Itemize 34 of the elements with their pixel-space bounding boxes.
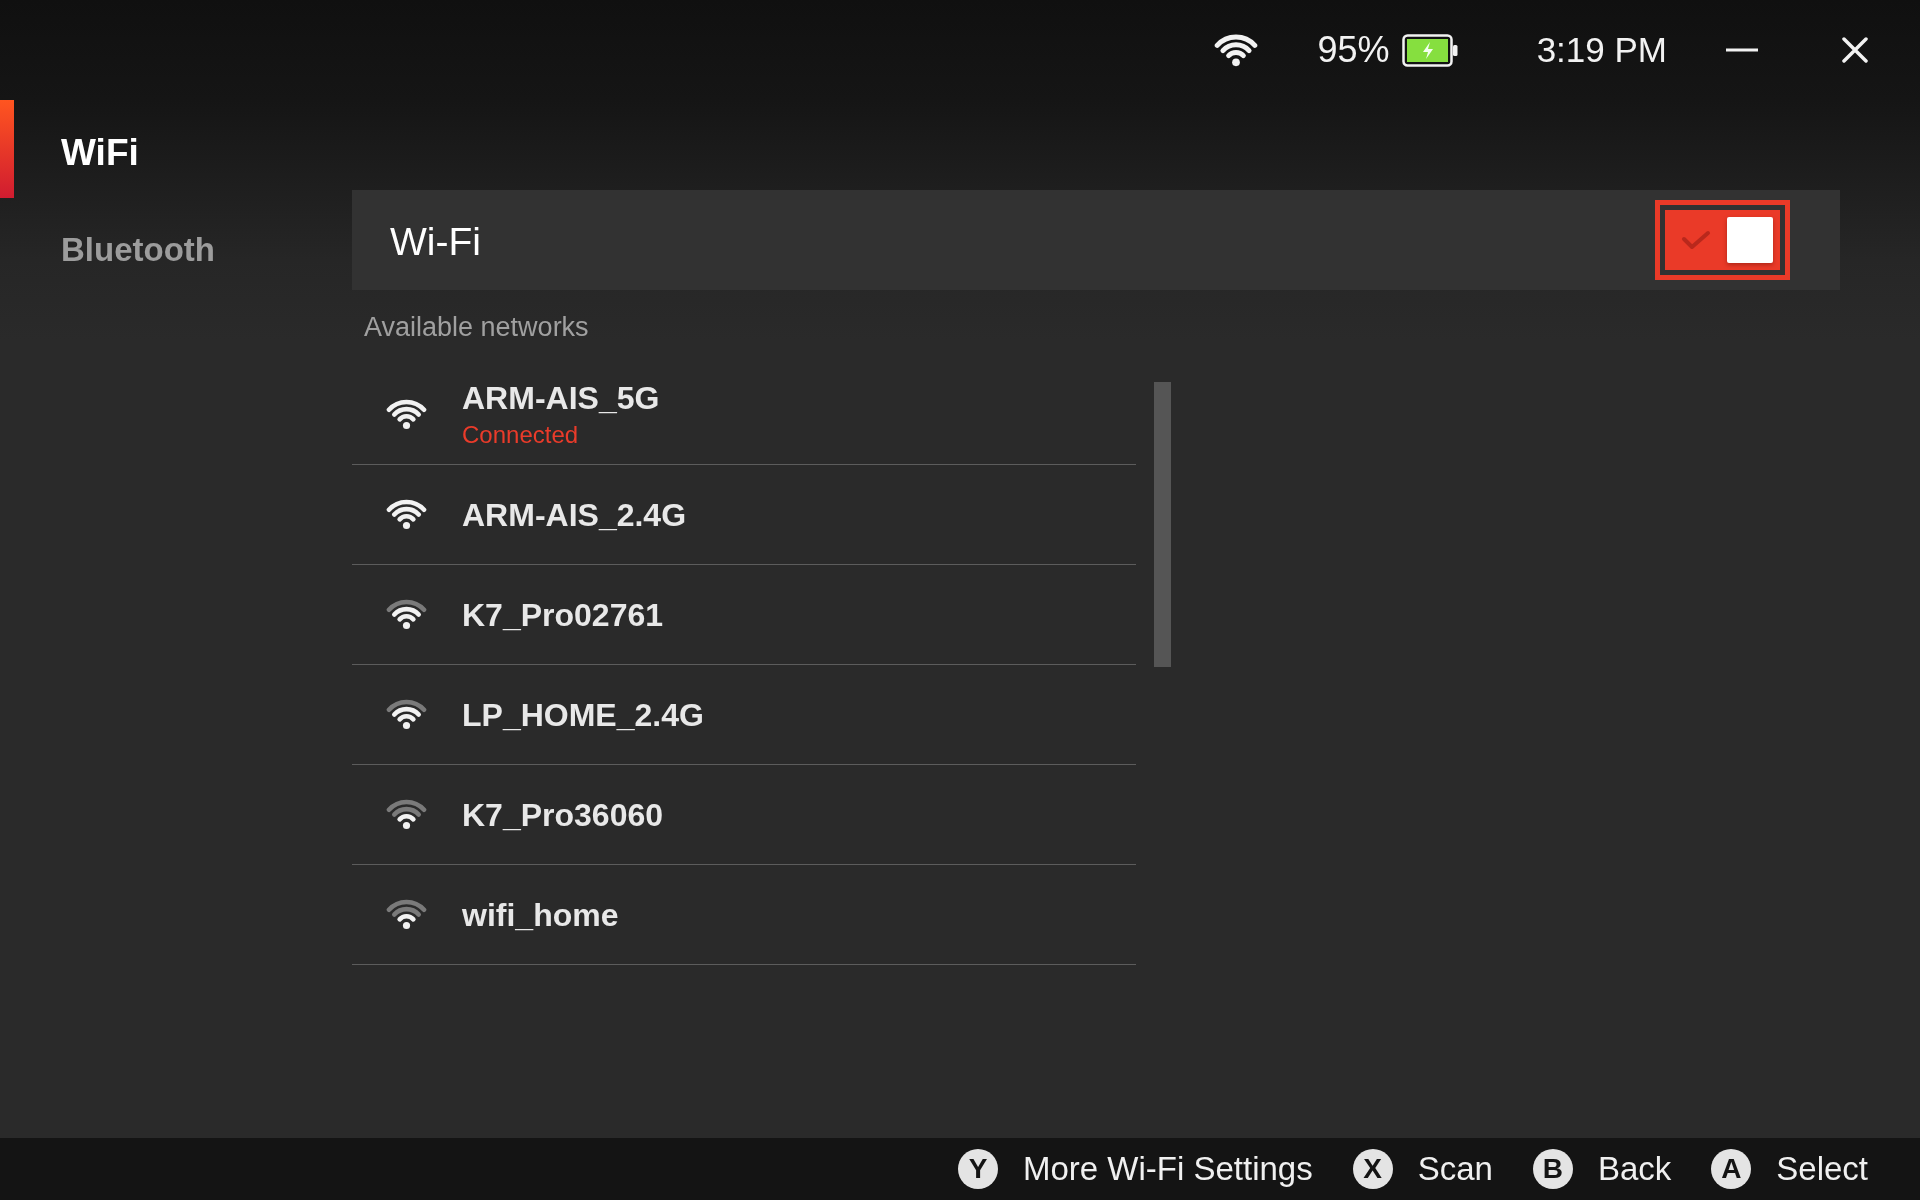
network-name[interactable]: wifi_home (462, 894, 619, 935)
clock-time: 3:19 PM (1536, 30, 1667, 70)
setting-label: Wi-Fi (390, 220, 481, 264)
check-icon (1681, 229, 1711, 251)
sidebar-item[interactable]: Bluetooth (0, 200, 352, 300)
connection-status: Connected (462, 419, 580, 450)
wifi-signal-icon (386, 499, 427, 530)
footer-action[interactable]: More Wi-Fi Settings (1022, 1150, 1313, 1188)
footer-action[interactable]: Select (1776, 1150, 1868, 1188)
footer-action[interactable]: Back (1597, 1150, 1672, 1188)
network-name[interactable]: ARM-AIS_5G (462, 377, 660, 418)
controller-key: X (1352, 1149, 1393, 1189)
wifi-signal-icon (386, 699, 427, 730)
wifi-signal-icon (386, 799, 427, 830)
footer-action[interactable]: Scan (1417, 1150, 1493, 1188)
network-name[interactable]: K7_Pro02761 (462, 594, 664, 635)
battery-percent: 95% (1317, 30, 1390, 70)
scrollbar-thumb[interactable] (1154, 382, 1171, 667)
network-name[interactable]: LP_HOME_2.4G (462, 694, 704, 735)
network-name[interactable]: K7_Pro36060 (462, 794, 664, 835)
controller-key: B (1532, 1149, 1573, 1189)
toggle-thumb (1727, 217, 1773, 263)
network-name[interactable]: ARM-AIS_2.4G (462, 494, 687, 535)
close-icon (1842, 37, 1868, 63)
controller-key: A (1711, 1149, 1752, 1189)
wifi-signal-icon (386, 899, 427, 930)
section-heading: Available networks (363, 311, 590, 344)
wifi-signal-icon (386, 399, 427, 430)
wifi-signal-icon (386, 599, 427, 630)
controller-key: Y (957, 1149, 998, 1189)
wifi-toggle[interactable] (1655, 200, 1790, 280)
minimize-icon (1726, 48, 1758, 52)
battery-charging-icon (1401, 33, 1458, 67)
wifi-icon (1213, 33, 1258, 67)
